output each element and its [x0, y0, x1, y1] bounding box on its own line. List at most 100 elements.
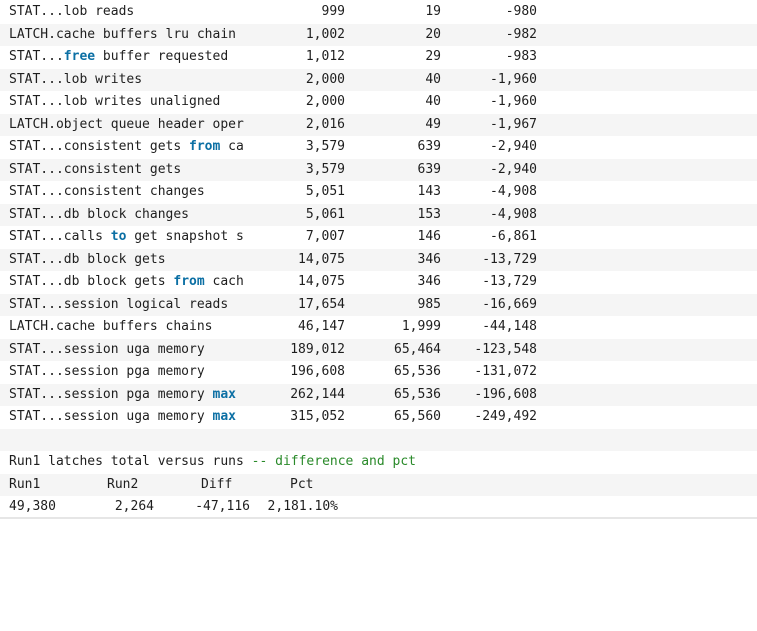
summary-value-row: 49,380 2,264 -47,116 2,181.10% [0, 496, 757, 519]
run2-value: 346 [417, 274, 441, 289]
run1-value: 46,147 [298, 319, 345, 334]
summary-comment: -- difference and pct [251, 454, 417, 469]
keyword: to [110, 229, 127, 244]
run1-value: 5,061 [305, 206, 345, 222]
diff-value: -196,608 [474, 386, 537, 402]
run2-value: 639 [417, 139, 441, 154]
name-text: STAT...session uga memory [9, 341, 205, 357]
table-row: LATCH.object queue header oper 2,016 49 -1,… [0, 113, 757, 137]
diff-value: -2,940 [490, 161, 537, 177]
stat-name: STAT...session uga memory max [9, 406, 236, 429]
table-row: STAT...session pga memory max 262,144 65,5… [0, 383, 757, 407]
run2-value: 1,999 [401, 319, 441, 334]
diff-value: -131,072 [474, 364, 537, 379]
run1-value: 3,579 [305, 161, 345, 177]
stat-name: STAT...session pga memory max [9, 384, 236, 407]
table-row: STAT...db block changes 5,061 153 -4,908 [0, 203, 757, 226]
keyword: max [212, 409, 236, 424]
run1-value: 3,579 [305, 139, 345, 154]
name-text: LATCH.cache buffers lru chain [9, 26, 236, 42]
stat-name: STAT...db block gets [9, 249, 166, 272]
run2-value: 143 [417, 184, 441, 199]
stat-name: STAT...calls to get snapshot s [9, 226, 244, 249]
keyword: from [173, 274, 205, 289]
run1-value: 17,654 [298, 296, 345, 312]
name-text: STAT...lob writes unaligned [9, 94, 221, 109]
name-text: get snapshot s [126, 229, 244, 244]
table-row: STAT...session logical reads 17,654 985 -16… [0, 293, 757, 317]
diff-value: -982 [505, 26, 537, 42]
diff-value: -1,967 [490, 116, 537, 132]
header-pct: Pct [290, 476, 314, 492]
name-text: STAT...lob reads [9, 4, 135, 19]
value-run1: 49,380 [9, 499, 56, 514]
table-row: STAT...consistent gets from ca 3,579 639 -2… [0, 136, 757, 159]
diff-value: -1,960 [490, 94, 537, 109]
stat-name: STAT...consistent gets from ca [9, 136, 244, 159]
name-text: STAT...session logical reads [9, 296, 229, 312]
run2-value: 65,464 [394, 341, 441, 357]
name-text: STAT...consistent gets [9, 161, 182, 177]
stats-table: STAT...lob reads 999 19 -980 LATCH.cache buf… [0, 1, 757, 429]
run1-value: 262,144 [290, 386, 345, 402]
summary-heading-row: Run1 latches total versus runs -- differ… [0, 451, 757, 474]
table-row: STAT...session pga memory 196,608 65,536 -1… [0, 361, 757, 384]
run2-value: 49 [425, 116, 441, 132]
stat-name: STAT...lob writes unaligned [9, 91, 220, 114]
run1-value: 2,000 [305, 94, 345, 109]
diff-value: -44,148 [482, 319, 537, 334]
run1-value: 5,051 [305, 184, 345, 199]
run1-value: 1,012 [305, 49, 345, 64]
stat-name: STAT...free buffer requested [9, 46, 228, 69]
stat-name: STAT...session pga memory [9, 361, 205, 384]
stat-name: STAT...session uga memory [9, 339, 205, 362]
diff-value: -4,908 [490, 206, 537, 222]
diff-value: -16,669 [482, 296, 537, 312]
keyword: free [63, 49, 96, 64]
table-row: STAT...lob writes unaligned 2,000 40 -1,960 [0, 91, 757, 114]
run1-value: 999 [321, 4, 345, 19]
table-row: STAT...lob reads 999 19 -980 [0, 1, 757, 24]
table-row: STAT...calls to get snapshot s 7,007 146 -6… [0, 226, 757, 249]
stat-name: LATCH.cache buffers chains [9, 316, 213, 339]
stat-name: STAT...db block gets from cach [9, 271, 244, 294]
header-diff: Diff [201, 476, 233, 492]
run1-value: 315,052 [290, 409, 345, 424]
table-row: STAT...session uga memory max 315,052 65,5… [0, 406, 757, 429]
stat-name: STAT...session logical reads [9, 294, 228, 317]
diff-value: -6,861 [490, 229, 537, 244]
name-text: STAT...session uga memory [9, 409, 213, 424]
table-row: LATCH.cache buffers lru chain 1,002 20 -982 [0, 23, 757, 46]
stat-name: STAT...consistent changes [9, 181, 205, 204]
blank-row [0, 428, 757, 451]
stat-name: STAT...lob writes [9, 69, 142, 92]
run2-value: 65,536 [394, 386, 441, 402]
run1-value: 2,016 [305, 116, 345, 132]
run2-value: 65,560 [394, 409, 441, 424]
name-text: STAT...db block gets [9, 274, 174, 289]
diff-value: -980 [505, 4, 537, 19]
diff-value: -123,548 [474, 341, 537, 357]
name-text: ca [220, 139, 244, 154]
table-row: STAT...lob writes 2,000 40 -1,960 [0, 68, 757, 92]
value-run2: 2,264 [114, 499, 154, 514]
run2-value: 20 [425, 26, 441, 42]
diff-value: -13,729 [482, 251, 537, 267]
keyword: max [212, 386, 236, 402]
name-text: LATCH.cache buffers chains [9, 319, 213, 334]
stat-name: STAT...consistent gets [9, 159, 181, 182]
name-text: STAT...db block gets [9, 251, 166, 267]
run2-value: 65,536 [394, 364, 441, 379]
name-text: STAT...session pga memory [9, 364, 205, 379]
run2-value: 40 [425, 94, 441, 109]
diff-value: -249,492 [474, 409, 537, 424]
stat-name: LATCH.object queue header oper [9, 114, 244, 137]
name-text: LATCH.object queue header oper [9, 116, 244, 132]
value-diff: -47,116 [195, 499, 250, 514]
name-text: STAT... [9, 49, 64, 64]
run2-value: 346 [417, 251, 441, 267]
table-row: STAT...db block gets from cach 14,075 346 -… [0, 271, 757, 294]
run2-value: 639 [417, 161, 441, 177]
table-row: STAT...db block gets 14,075 346 -13,729 [0, 248, 757, 272]
run2-value: 29 [425, 49, 441, 64]
